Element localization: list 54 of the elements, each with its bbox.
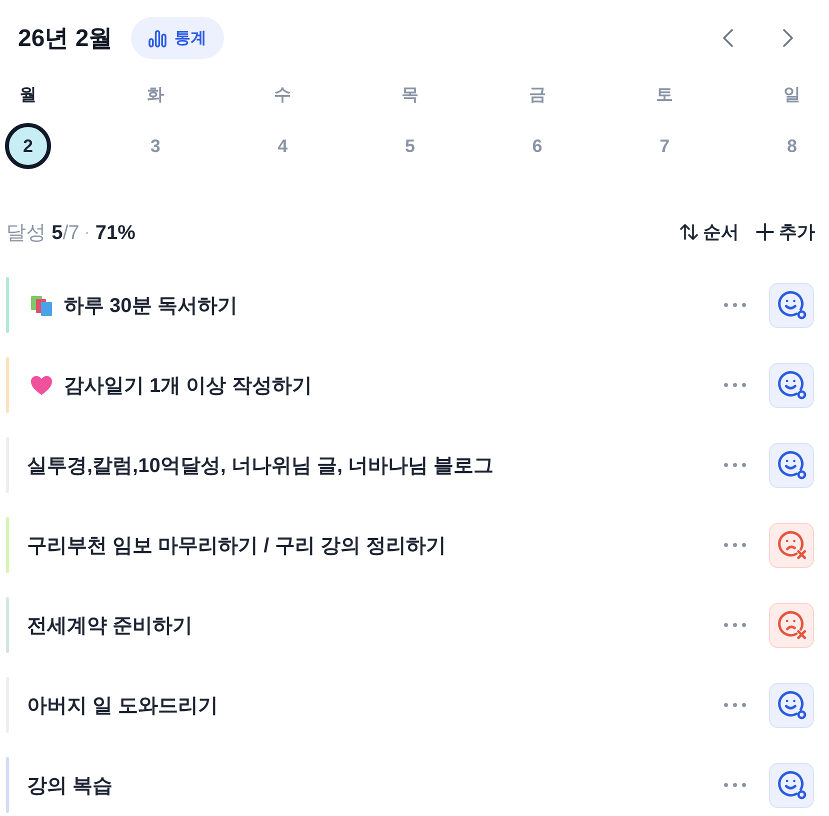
weekday-label: 목 <box>401 84 418 106</box>
smiley-icon <box>776 289 808 321</box>
date-button[interactable]: 7 <box>642 123 688 169</box>
date-button[interactable]: 8 <box>768 123 815 169</box>
date-button[interactable]: 6 <box>514 123 560 169</box>
heart-icon <box>30 374 53 396</box>
month-title: 26년 2월 <box>18 24 113 54</box>
more-icon <box>723 462 747 468</box>
smiley-icon <box>776 449 808 481</box>
sad-face-icon <box>776 609 808 641</box>
more-icon <box>723 782 747 788</box>
sort-button[interactable]: 순서 <box>679 220 739 244</box>
smiley-icon <box>776 769 808 801</box>
weekday-label: 화 <box>146 84 164 106</box>
mood-button[interactable] <box>769 762 814 808</box>
task-title: 아버지 일 도와드리기 <box>27 694 218 718</box>
books-icon <box>30 294 53 316</box>
sort-icon <box>679 222 699 242</box>
stats-button[interactable]: 통계 <box>130 17 224 59</box>
mood-button[interactable] <box>769 362 814 408</box>
more-icon <box>723 622 747 628</box>
task-title: 전세계약 준비하기 <box>27 614 193 638</box>
progress-summary: 달성 5/7 · 71% <box>6 220 136 246</box>
weekday-label: 월 <box>20 84 36 106</box>
plus-icon <box>755 222 775 242</box>
task-title: 하루 30분 독서하기 <box>64 294 238 318</box>
mood-button[interactable] <box>769 282 814 328</box>
date-button[interactable]: 3 <box>132 123 178 169</box>
mood-button[interactable] <box>769 682 814 728</box>
date-button[interactable]: 4 <box>260 123 306 169</box>
weekday-label: 금 <box>528 84 546 106</box>
weekday-label: 일 <box>783 84 800 106</box>
weekday-label: 토 <box>656 84 674 106</box>
bar-chart-icon <box>148 28 167 48</box>
chevron-left-icon <box>723 29 733 47</box>
date-button[interactable]: 5 <box>386 123 433 169</box>
mood-button[interactable] <box>769 602 814 648</box>
more-icon <box>723 542 747 548</box>
smiley-icon <box>776 689 808 721</box>
mood-button[interactable] <box>769 522 814 568</box>
chevron-right-icon <box>783 29 793 47</box>
mood-button[interactable] <box>769 442 814 488</box>
date-button[interactable]: 2 <box>5 123 51 169</box>
sad-face-icon <box>776 529 808 561</box>
more-icon <box>723 302 747 308</box>
more-icon <box>723 702 747 708</box>
task-title: 강의 복습 <box>27 774 113 798</box>
add-button[interactable]: 추가 <box>755 220 815 244</box>
task-title: 구리부천 임보 마무리하기 / 구리 강의 정리하기 <box>27 534 446 558</box>
task-title: 감사일기 1개 이상 작성하기 <box>64 374 312 398</box>
smiley-icon <box>776 369 808 401</box>
task-title: 실투경,칼럼,10억달성, 너나위님 글, 너바나님 블로그 <box>27 454 494 478</box>
more-icon <box>723 382 747 388</box>
weekday-label: 수 <box>274 84 292 106</box>
